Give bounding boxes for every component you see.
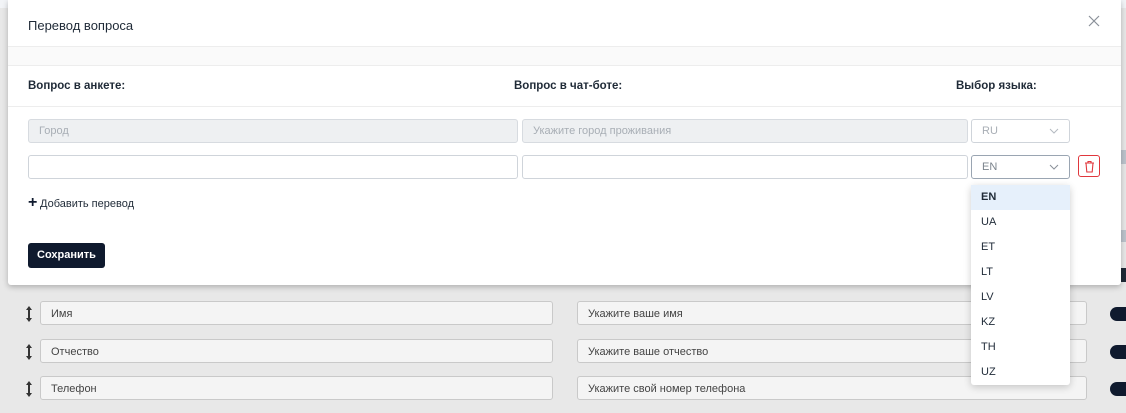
modal-subheader-bar (8, 47, 1121, 66)
language-select: RU (971, 119, 1070, 143)
modal-title: Перевод вопроса (28, 18, 134, 33)
language-option-kz[interactable]: KZ (971, 310, 1070, 335)
background-question-input[interactable]: Телефон (40, 376, 553, 400)
plus-icon: + (28, 194, 38, 211)
language-option-en[interactable]: EN (971, 185, 1070, 210)
column-header-chatbot: Вопрос в чат-боте: (514, 80, 623, 92)
chevron-down-icon (1049, 164, 1059, 170)
background-edge (1121, 268, 1126, 282)
column-header-language: Выбор языка: (956, 80, 1037, 92)
save-button[interactable]: Сохранить (28, 243, 105, 268)
background-question-row: Телефон Укажите свой номер телефона (0, 376, 1126, 402)
chatbot-question-input[interactable] (522, 155, 968, 179)
translate-question-modal: Перевод вопроса Вопрос в анкете: Вопрос … (8, 0, 1121, 285)
language-option-uz[interactable]: UZ (971, 360, 1070, 385)
language-option-lt[interactable]: LT (971, 260, 1070, 285)
language-option-et[interactable]: ET (971, 235, 1070, 260)
language-option-ua[interactable]: UA (971, 210, 1070, 235)
background-toggle[interactable] (1110, 345, 1126, 359)
chatbot-question-input: Укажите город проживания (522, 119, 968, 143)
background-question-row: Отчество Укажите ваше отчество (0, 339, 1126, 365)
close-icon[interactable] (1087, 14, 1103, 30)
drag-handle-icon[interactable] (24, 305, 36, 323)
background-question-input[interactable]: Отчество (40, 339, 553, 363)
language-select-value: RU (982, 125, 998, 137)
language-dropdown-menu: EN UA ET LT LV KZ TH UZ (971, 185, 1070, 385)
add-translation-label: Добавить перевод (40, 198, 134, 210)
language-option-th[interactable]: TH (971, 335, 1070, 360)
language-select[interactable]: EN (971, 155, 1070, 179)
chevron-down-icon (1049, 128, 1059, 134)
column-header-questionnaire: Вопрос в анкете: (28, 80, 126, 92)
trash-icon (1085, 160, 1094, 173)
modal-header: Перевод вопроса (8, 0, 1121, 47)
background-question-row: Имя Укажите ваше имя (0, 301, 1126, 327)
drag-handle-icon[interactable] (24, 380, 36, 398)
background-toggle[interactable] (1110, 307, 1126, 321)
language-option-lv[interactable]: LV (971, 285, 1070, 310)
background-question-input[interactable]: Имя (40, 301, 553, 325)
questionnaire-question-input[interactable] (28, 155, 518, 179)
delete-translation-button[interactable] (1078, 155, 1100, 177)
questionnaire-question-input: Город (28, 119, 518, 143)
background-toggle[interactable] (1110, 382, 1126, 396)
language-select-value: EN (982, 161, 998, 173)
header-divider (8, 106, 1121, 107)
drag-handle-icon[interactable] (24, 343, 36, 361)
background-edge (1121, 230, 1126, 242)
